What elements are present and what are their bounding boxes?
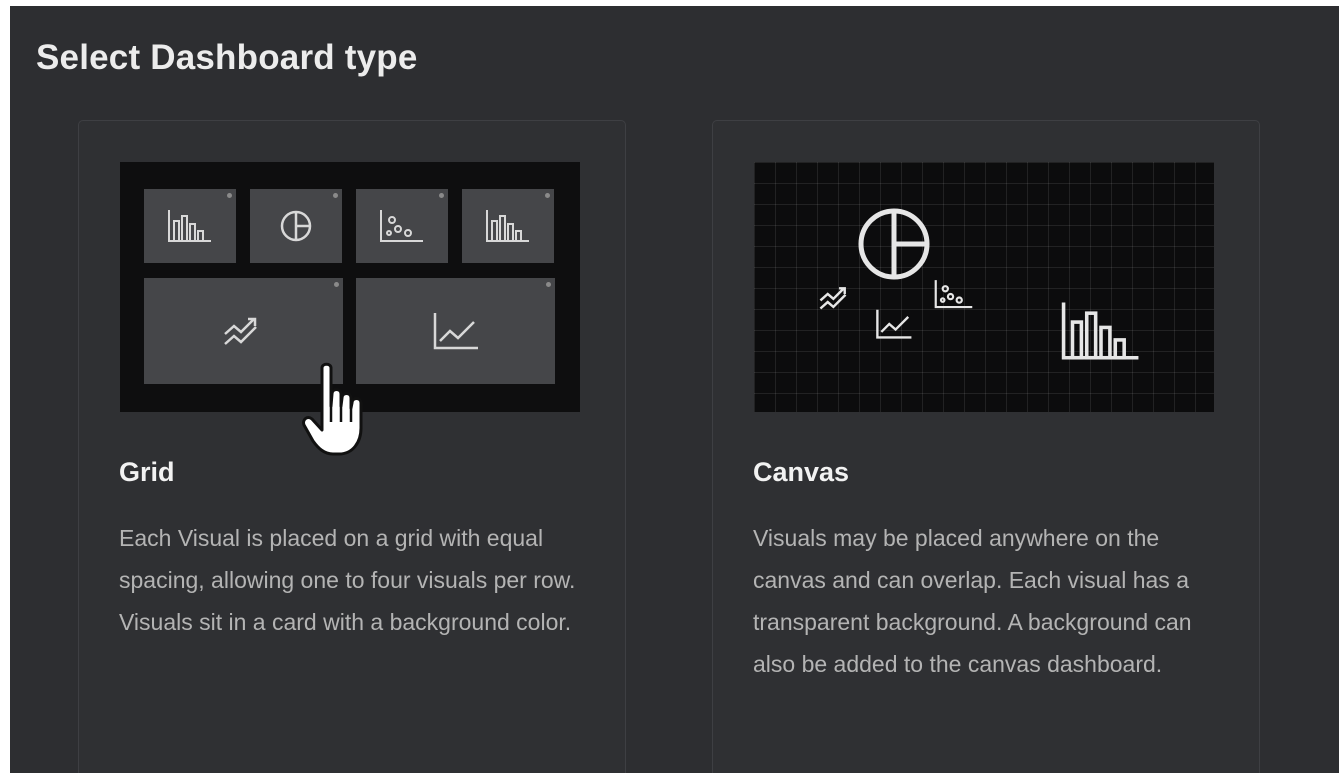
pie-chart-icon <box>280 210 312 242</box>
grid-option-description: Each Visual is placed on a grid with equ… <box>119 525 576 635</box>
bar-chart-icon <box>486 210 529 242</box>
bar-chart-icon <box>168 210 211 242</box>
canvas-option-title: Canvas <box>753 457 850 487</box>
grid-tile <box>356 278 555 384</box>
line-chart-icon <box>433 313 478 350</box>
grid-tile <box>250 189 342 263</box>
pie-chart-icon <box>858 208 930 280</box>
hand-cursor-icon <box>302 362 363 456</box>
bar-chart-icon <box>1061 302 1139 360</box>
canvas-option-card[interactable]: Canvas Visuals may be placed anywhere on… <box>712 120 1260 773</box>
select-dashboard-dialog: Select Dashboard type Grid Each Visual i… <box>10 6 1339 773</box>
trend-icon <box>224 317 257 345</box>
scatter-chart-icon <box>934 280 973 309</box>
scatter-chart-icon <box>380 210 423 242</box>
trend-icon <box>819 287 847 310</box>
line-chart-icon <box>876 309 912 339</box>
grid-tile <box>462 189 554 263</box>
grid-option-title: Grid <box>119 457 175 487</box>
grid-tile <box>356 189 448 263</box>
canvas-preview <box>754 162 1214 412</box>
grid-tile <box>144 189 236 263</box>
canvas-option-description: Visuals may be placed anywhere on the ca… <box>753 525 1192 677</box>
dialog-title: Select Dashboard type <box>36 38 418 77</box>
